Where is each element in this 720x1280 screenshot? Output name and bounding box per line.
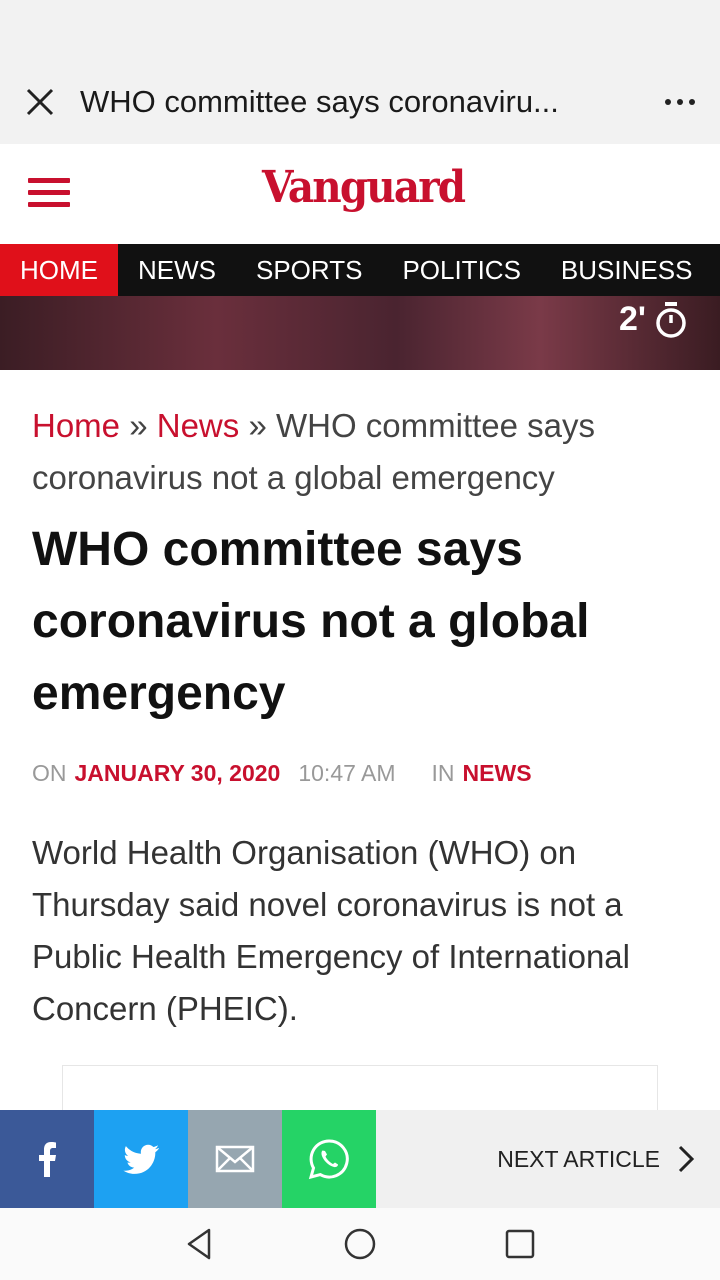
more-options-button[interactable] (640, 60, 720, 144)
twitter-icon (123, 1144, 159, 1174)
nav-item-sports[interactable]: SPORTS (236, 244, 382, 296)
article-meta: ON JANUARY 30, 2020 10:47 AM IN NEWS (32, 760, 692, 787)
nav-item-news[interactable]: NEWS (118, 244, 236, 296)
nav-item-politics[interactable]: POLITICS (382, 244, 540, 296)
close-button[interactable] (0, 60, 80, 144)
nav-item-business[interactable]: BUSINESS (541, 244, 713, 296)
read-time-value: 2' (619, 300, 646, 338)
meta-in-label: IN (431, 760, 455, 786)
browser-page-title: WHO committee says coronaviru... (80, 84, 559, 119)
meta-category[interactable]: NEWS (463, 760, 532, 787)
nav-item-home[interactable]: HOME (0, 244, 118, 296)
more-dots-icon (689, 99, 695, 105)
next-article-link[interactable]: NEXT ARTICLE (376, 1110, 720, 1208)
meta-time: 10:47 AM (298, 760, 396, 786)
share-facebook-button[interactable] (0, 1110, 94, 1208)
read-time: 2' (619, 300, 688, 339)
status-bar (0, 0, 720, 60)
more-dots-icon (665, 99, 671, 105)
share-twitter-button[interactable] (94, 1110, 188, 1208)
whatsapp-icon (308, 1139, 349, 1180)
meta-date[interactable]: JANUARY 30, 2020 (75, 760, 281, 787)
article-lead: World Health Organisation (WHO) on Thurs… (32, 834, 630, 1027)
share-email-button[interactable] (188, 1110, 282, 1208)
next-article-label: NEXT ARTICLE (497, 1145, 660, 1172)
main-nav: HOME NEWS SPORTS POLITICS BUSINESS TE (0, 244, 720, 296)
close-icon (26, 88, 54, 116)
site-header: Vanguard (0, 144, 720, 244)
browser-toolbar: WHO committee says coronaviru... (0, 60, 720, 144)
mail-icon (215, 1145, 255, 1173)
nav-item-te[interactable]: TE (712, 244, 720, 296)
article-content: Home » News » WHO committee says coronav… (32, 400, 692, 1035)
share-whatsapp-button[interactable] (282, 1110, 376, 1208)
home-circle-icon[interactable] (343, 1227, 377, 1261)
hero-image: 2' (0, 296, 720, 370)
share-bar: NEXT ARTICLE (0, 1110, 720, 1208)
breadcrumb-home[interactable]: Home (32, 407, 120, 444)
article-headline: WHO committee says coronavirus not a glo… (32, 523, 590, 720)
breadcrumb-separator: » (129, 407, 148, 444)
chevron-right-icon (678, 1145, 695, 1173)
breadcrumb-separator: » (248, 407, 267, 444)
stopwatch-icon (656, 301, 686, 338)
back-triangle-icon[interactable] (183, 1227, 217, 1261)
embed-box (62, 1065, 658, 1115)
system-nav-bar (0, 1208, 720, 1280)
more-dots-icon (677, 99, 683, 105)
menu-hamburger-icon[interactable] (28, 178, 72, 212)
site-logo[interactable]: Vanguard (262, 162, 466, 213)
facebook-icon (39, 1142, 56, 1177)
meta-on-label: ON (32, 760, 67, 786)
breadcrumb-news[interactable]: News (157, 407, 240, 444)
recents-square-icon[interactable] (503, 1227, 537, 1261)
breadcrumb: Home » News » WHO committee says coronav… (32, 400, 692, 504)
